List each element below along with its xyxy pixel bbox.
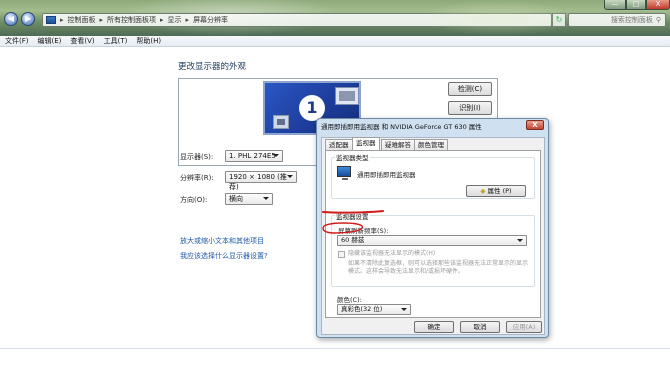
colors-value: 真彩色(32 位) xyxy=(341,305,383,313)
dialog-body: 适配器 监视器 疑难解答 颜色管理 监视器类型 通用即插即用监视器 ◆ 属性 (… xyxy=(321,137,545,335)
chevron-down-icon xyxy=(401,308,407,311)
orientation-select-value: 横向 xyxy=(229,195,243,203)
back-button[interactable]: ◀ xyxy=(4,12,18,26)
window-icon xyxy=(335,87,359,105)
hide-modes-description: 如果不清除此复选框，则可以选择那些该监视器无法正常显示的显示模式。这样会导致无法… xyxy=(348,260,529,275)
menu-bar: 文件(F) 编辑(E) 查看(V) 工具(T) 帮助(H) xyxy=(0,36,670,47)
resolution-select[interactable]: 1920 × 1080 (推荐) xyxy=(225,171,297,191)
breadcrumb-item[interactable]: 屏幕分辨率 xyxy=(193,15,228,25)
refresh-icon[interactable]: ↻ xyxy=(552,13,566,27)
chevron-down-icon xyxy=(287,175,293,178)
hide-modes-label[interactable]: 隐藏该监视器无法显示的模式(H) xyxy=(348,250,435,258)
hide-modes-checkbox[interactable] xyxy=(338,251,345,258)
chevron-down-icon xyxy=(273,154,279,157)
monitor-icon xyxy=(337,166,351,180)
monitor-type-name: 通用即插即用监视器 xyxy=(357,171,416,179)
search-input[interactable]: 搜索控制面板 ⚲ xyxy=(568,13,666,27)
minimize-button[interactable]: — xyxy=(604,0,626,10)
red-circle-annotation xyxy=(322,222,364,234)
menu-view[interactable]: 查看(V) xyxy=(70,36,94,46)
refresh-rate-value: 60 赫兹 xyxy=(341,236,365,244)
text-size-link[interactable]: 放大或缩小文本和其他项目 xyxy=(180,236,264,246)
window-titlebar: — □ X ◀ ▶ ▸ 控制面板 ▸ 所有控制面板项 ▸ 显示 ▸ 屏幕分辨率 … xyxy=(0,0,670,36)
cancel-button[interactable]: 取消 xyxy=(460,321,500,333)
menu-help[interactable]: 帮助(H) xyxy=(136,36,161,46)
search-placeholder: 搜索控制面板 xyxy=(610,16,653,24)
monitor-type-legend: 监视器类型 xyxy=(335,152,370,162)
chevron-down-icon xyxy=(517,239,523,242)
detect-button[interactable]: 检测(C) xyxy=(448,82,492,96)
dialog-close-button[interactable]: X xyxy=(526,120,544,130)
divider xyxy=(0,348,670,349)
red-underline-annotation xyxy=(322,210,384,214)
apply-button[interactable]: 应用(A) xyxy=(506,321,542,333)
chevron-right-icon[interactable]: ▸ xyxy=(100,16,104,24)
chevron-right-icon[interactable]: ▸ xyxy=(60,16,64,24)
search-icon[interactable]: ⚲ xyxy=(656,16,661,24)
ok-button[interactable]: 确定 xyxy=(414,321,454,333)
chevron-right-icon[interactable]: ▸ xyxy=(186,16,190,24)
refresh-rate-select[interactable]: 60 赫兹 xyxy=(337,235,527,246)
orientation-label: 方向(O): xyxy=(180,196,208,204)
tab-troubleshoot[interactable]: 疑难解答 xyxy=(381,139,415,150)
display-label: 显示器(S): xyxy=(180,153,214,161)
forward-button[interactable]: ▶ xyxy=(21,12,35,26)
breadcrumb-item[interactable]: 显示 xyxy=(168,15,182,25)
menu-file[interactable]: 文件(F) xyxy=(5,36,29,46)
close-button[interactable]: X xyxy=(646,0,670,10)
breadcrumb-item[interactable]: 所有控制面板项 xyxy=(107,15,156,25)
window-icon xyxy=(273,115,289,129)
resolution-select-value: 1920 × 1080 (推荐) xyxy=(229,173,287,191)
resolution-label: 分辨率(R): xyxy=(180,174,214,182)
menu-tools[interactable]: 工具(T) xyxy=(104,36,128,46)
chevron-right-icon[interactable]: ▸ xyxy=(160,16,164,24)
monitor-tab-panel: 监视器类型 通用即插即用监视器 ◆ 属性 (P) 监视器设置 屏幕刷新频率(S)… xyxy=(325,150,541,318)
display-select-value: 1. PHL 274E5 xyxy=(229,152,276,160)
chevron-down-icon xyxy=(263,197,269,200)
tab-color-management[interactable]: 颜色管理 xyxy=(414,139,448,150)
tab-monitor[interactable]: 监视器 xyxy=(352,137,380,150)
shield-icon: ◆ xyxy=(480,187,486,195)
menu-edit[interactable]: 编辑(E) xyxy=(38,36,62,46)
orientation-select[interactable]: 横向 xyxy=(225,193,273,205)
page-title: 更改显示器的外观 xyxy=(178,62,247,72)
address-bar[interactable]: ▸ 控制面板 ▸ 所有控制面板项 ▸ 显示 ▸ 屏幕分辨率 xyxy=(42,13,552,27)
colors-label: 颜色(C): xyxy=(337,296,362,304)
display-settings-help-link[interactable]: 我应该选择什么显示器设置? xyxy=(180,251,268,261)
identify-button[interactable]: 识别(I) xyxy=(448,101,492,115)
properties-button-label: 属性 (P) xyxy=(487,187,512,195)
display-select[interactable]: 1. PHL 274E5 xyxy=(225,150,283,162)
dialog-title: 通用即插即用监视器 和 NVIDIA GeForce GT 630 属性 xyxy=(321,123,482,131)
control-panel-icon xyxy=(46,16,56,24)
properties-button[interactable]: ◆ 属性 (P) xyxy=(466,185,526,197)
tab-adapter[interactable]: 适配器 xyxy=(325,139,353,150)
maximize-button[interactable]: □ xyxy=(626,0,646,10)
breadcrumb-item[interactable]: 控制面板 xyxy=(68,15,96,25)
colors-select[interactable]: 真彩色(32 位) xyxy=(337,304,411,315)
